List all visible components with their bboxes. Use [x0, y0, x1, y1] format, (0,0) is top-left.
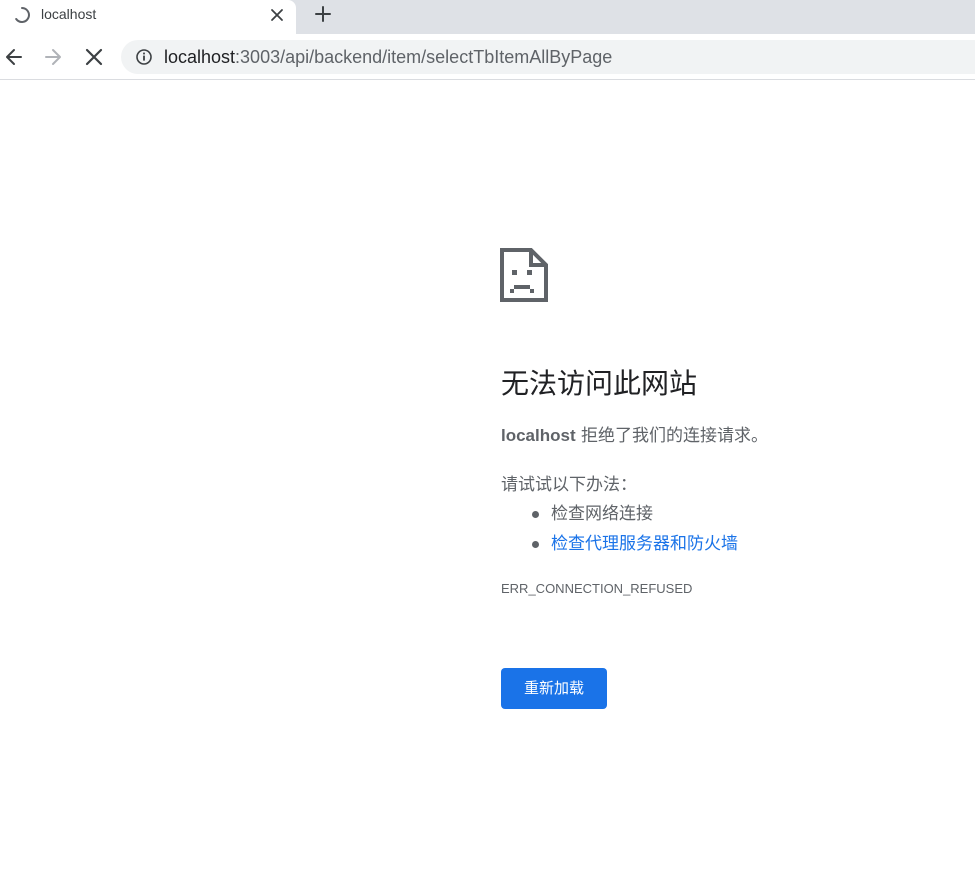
suggestion-check-proxy-link[interactable]: 检查代理服务器和防火墙 [530, 529, 738, 559]
info-icon[interactable] [135, 48, 153, 66]
error-code: ERR_CONNECTION_REFUSED [501, 581, 693, 596]
sad-document-icon [500, 248, 548, 302]
error-description-text: 拒绝了我们的连接请求。 [575, 426, 769, 446]
tab-title: localhost [41, 6, 97, 22]
url-text[interactable]: localhost:3003/api/backend/item/selectTb… [164, 47, 612, 68]
close-icon[interactable] [267, 5, 287, 25]
url-path: :3003/api/backend/item/selectTbItemAllBy… [235, 47, 613, 67]
url-host: localhost [164, 47, 236, 67]
reload-button[interactable]: 重新加载 [501, 668, 607, 709]
error-host: localhost [501, 426, 576, 445]
arrow-back-icon[interactable] [3, 46, 25, 68]
browser-toolbar: localhost:3003/api/backend/item/selectTb… [0, 34, 975, 80]
tab-strip: localhost [0, 0, 975, 34]
browser-tab[interactable]: localhost [0, 0, 296, 34]
address-bar[interactable]: localhost:3003/api/backend/item/selectTb… [121, 40, 975, 74]
arrow-forward-icon[interactable] [42, 46, 64, 68]
loading-spinner-icon [15, 7, 30, 23]
plus-icon[interactable] [312, 3, 334, 25]
suggestions-list: 检查网络连接 检查代理服务器和防火墙 [530, 499, 738, 559]
stop-loading-icon[interactable] [83, 46, 105, 68]
suggestions-heading: 请试试以下办法： [501, 475, 637, 495]
error-title: 无法访问此网站 [501, 367, 698, 400]
suggestion-check-network: 检查网络连接 [530, 499, 738, 529]
error-description: localhost 拒绝了我们的连接请求。 [501, 421, 768, 446]
